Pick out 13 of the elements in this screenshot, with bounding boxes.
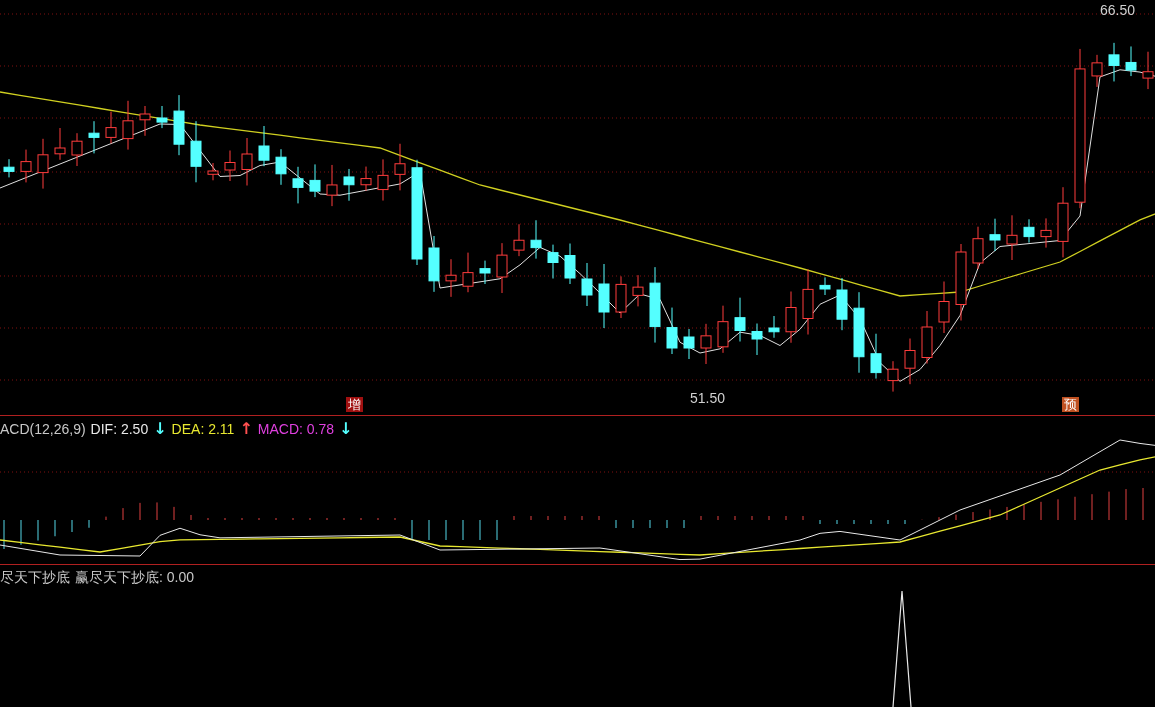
legend-label: ↓ [153,421,167,437]
legend-label: ↑ [239,421,253,437]
legend-label: DEA: 2.11 [171,422,235,436]
high-price-label: 66.50 [1100,1,1136,20]
legend-label: ACD(12,26,9) [0,422,86,436]
legend-label: 赢尽天下抄底: 0.00 [75,570,195,584]
legend-label: 尽天下抄底 [0,570,70,584]
legend-label: DIF: 2.50 [90,422,149,436]
legend-label: MACD: 0.78 [257,422,335,436]
signal-marker: 预 [1062,397,1079,412]
low-price-label: 51.50 [690,389,726,408]
legend-label: ↓ [339,421,353,437]
signal-marker: 增 [346,397,363,412]
